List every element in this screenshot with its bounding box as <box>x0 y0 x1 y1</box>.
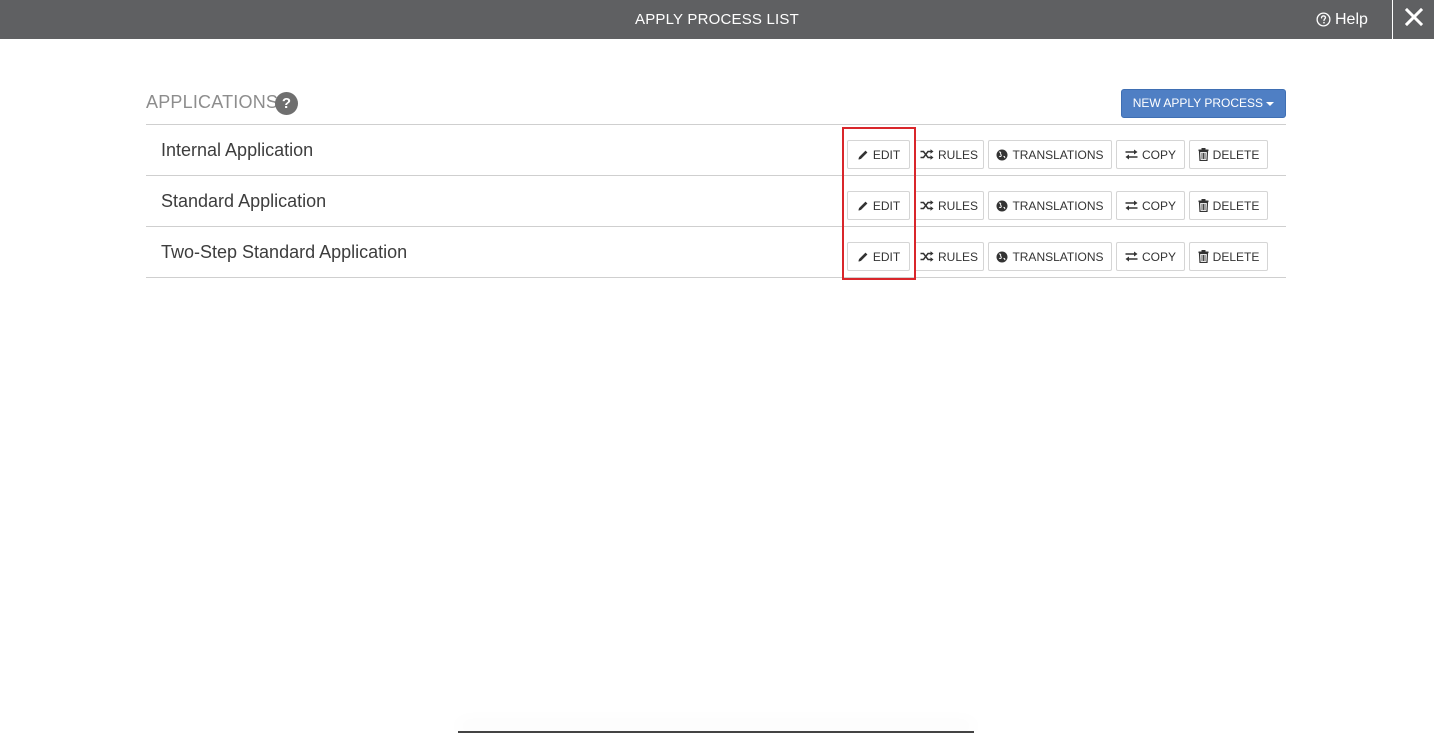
trash-icon <box>1198 250 1209 263</box>
application-name: Internal Application <box>161 140 314 160</box>
edit-label: EDIT <box>872 147 901 162</box>
copy-button[interactable]: COPY <box>1116 242 1185 271</box>
random-icon <box>920 200 934 211</box>
exchange-icon <box>1125 251 1138 262</box>
exchange-icon <box>1125 200 1138 211</box>
edit-button[interactable]: EDIT <box>847 140 910 169</box>
translations-label: TRANSLATIONS <box>1012 198 1104 213</box>
edit-label: EDIT <box>872 198 901 213</box>
section-title: APPLICATIONS <box>146 92 279 112</box>
translations-button[interactable]: TRANSLATIONS <box>988 242 1112 271</box>
top-bar: APPLY PROCESS LIST Help <box>0 0 1434 39</box>
rules-button[interactable]: RULES <box>914 140 984 169</box>
application-name: Standard Application <box>161 191 327 211</box>
table-row: Internal Application EDIT RULES TRANSLAT… <box>146 125 1286 176</box>
trash-icon <box>1198 199 1209 212</box>
new-apply-process-button[interactable]: NEW APPLY PROCESS <box>1120 89 1286 118</box>
copy-button[interactable]: COPY <box>1116 140 1185 169</box>
delete-label: DELETE <box>1212 147 1260 162</box>
row-actions: EDIT RULES TRANSLATIONS COPY DELETE <box>847 242 1268 271</box>
application-name: Two-Step Standard Application <box>161 242 408 262</box>
pencil-icon <box>857 200 869 212</box>
globe-icon <box>996 149 1008 161</box>
trash-icon <box>1198 148 1209 161</box>
section-header: APPLICATIONS ? NEW APPLY PROCESS <box>146 84 1286 125</box>
exchange-icon <box>1125 149 1138 160</box>
help-label: Help <box>1335 10 1368 28</box>
copy-button[interactable]: COPY <box>1116 191 1185 220</box>
caret-down-icon <box>1266 102 1274 106</box>
info-badge[interactable]: ? <box>275 92 298 115</box>
translations-button[interactable]: TRANSLATIONS <box>988 191 1112 220</box>
delete-button[interactable]: DELETE <box>1189 191 1268 220</box>
row-actions: EDIT RULES TRANSLATIONS COPY DELETE <box>847 140 1268 169</box>
table-row: Two-Step Standard Application EDIT RULES… <box>146 227 1286 278</box>
copy-label: COPY <box>1141 147 1176 162</box>
random-icon <box>920 149 934 160</box>
copy-label: COPY <box>1141 249 1176 264</box>
pencil-icon <box>857 149 869 161</box>
translations-button[interactable]: TRANSLATIONS <box>988 140 1112 169</box>
rules-label: RULES <box>937 198 978 213</box>
copy-label: COPY <box>1141 198 1176 213</box>
table-row: Standard Application EDIT RULES TRANSLAT… <box>146 176 1286 227</box>
applications-list: Internal Application EDIT RULES TRANSLAT… <box>146 125 1286 278</box>
edit-button[interactable]: EDIT <box>847 242 910 271</box>
translations-label: TRANSLATIONS <box>1012 249 1104 264</box>
delete-label: DELETE <box>1212 249 1260 264</box>
help-link[interactable]: Help <box>1316 0 1368 39</box>
rules-button[interactable]: RULES <box>914 242 984 271</box>
close-icon <box>1404 7 1423 31</box>
delete-button[interactable]: DELETE <box>1189 242 1268 271</box>
applications-panel: APPLICATIONS ? NEW APPLY PROCESS Interna… <box>146 84 1286 278</box>
edit-label: EDIT <box>872 249 901 264</box>
rules-label: RULES <box>937 249 978 264</box>
delete-button[interactable]: DELETE <box>1189 140 1268 169</box>
random-icon <box>920 251 934 262</box>
globe-icon <box>996 251 1008 263</box>
delete-label: DELETE <box>1212 198 1260 213</box>
question-circle-icon <box>1316 12 1331 27</box>
close-button[interactable] <box>1392 0 1434 39</box>
translations-label: TRANSLATIONS <box>1012 147 1104 162</box>
globe-icon <box>996 200 1008 212</box>
edit-button[interactable]: EDIT <box>847 191 910 220</box>
row-actions: EDIT RULES TRANSLATIONS COPY DELETE <box>847 191 1268 220</box>
new-apply-process-label: NEW APPLY PROCESS <box>1132 96 1263 110</box>
rules-label: RULES <box>937 147 978 162</box>
page-title: APPLY PROCESS LIST <box>635 11 799 28</box>
rules-button[interactable]: RULES <box>914 191 984 220</box>
pencil-icon <box>857 251 869 263</box>
